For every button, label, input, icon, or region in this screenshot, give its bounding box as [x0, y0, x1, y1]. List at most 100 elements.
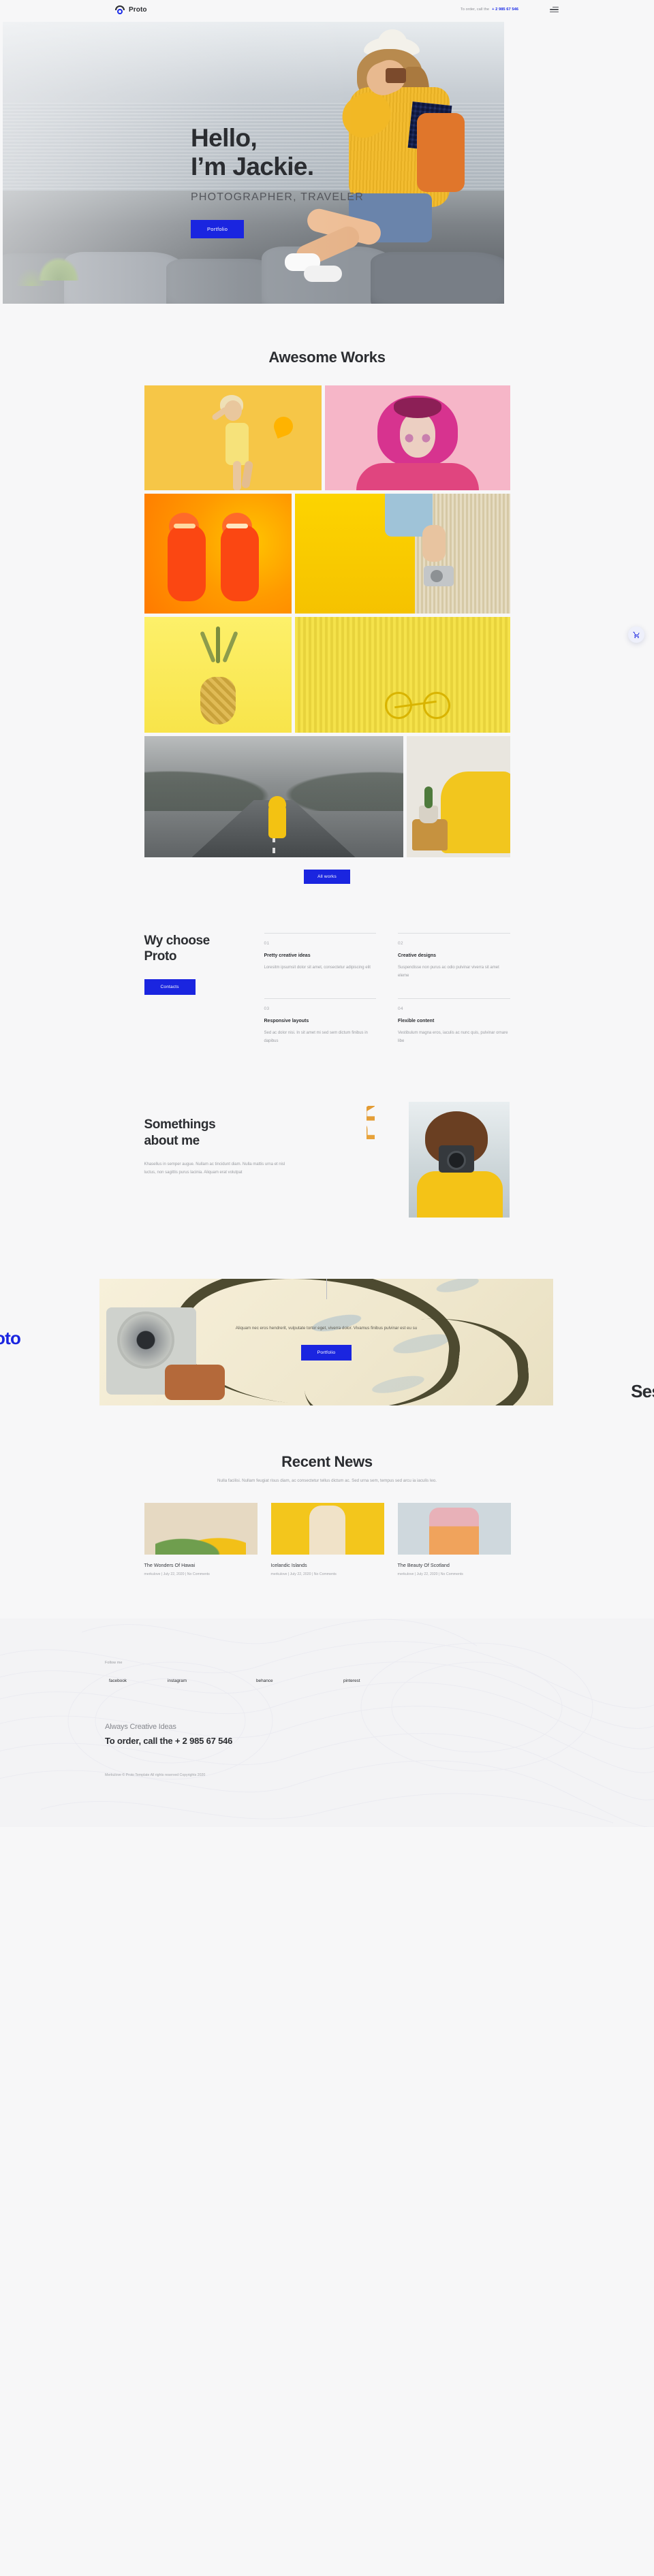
news-title: Recent News — [281, 1453, 373, 1470]
feature-04: 04 Flexible content Vestibulum magna ero… — [398, 998, 510, 1064]
portfolio-banner-section: oto Ses Aliquam nec eros hendrerit, vulp… — [0, 1258, 654, 1415]
feature-04-title: Flexible content — [398, 1019, 435, 1023]
about-text: Khasellus in semper augue. Nullam ac tin… — [144, 1162, 285, 1175]
banner-tick-line — [326, 1279, 327, 1299]
news-card-3[interactable]: The Beauty Of Scotland merkulove | July … — [397, 1502, 511, 1576]
hamburger-menu-icon[interactable] — [550, 6, 559, 13]
why-left-column: Wy choose Proto Contacts — [144, 933, 264, 1064]
feature-02-number: 02 — [398, 941, 403, 946]
about-title-line-1: Somethings — [144, 1117, 216, 1132]
feature-01-number: 01 — [264, 941, 270, 946]
work-tile-yellow-armchair-cactus[interactable] — [406, 736, 510, 857]
hero-subtitle: PHOTOGRAPHER, TRAVELER — [191, 191, 364, 204]
about-collage: PROTO PROTO — [324, 1102, 510, 1218]
works-row-2 — [144, 494, 510, 614]
social-link-behance[interactable]: behance — [256, 1679, 343, 1683]
news-thumb-iceland — [270, 1502, 384, 1555]
work-tile-yellow-wall-camera[interactable] — [294, 494, 510, 614]
feature-04-number: 04 — [398, 1006, 403, 1011]
works-row-1 — [144, 385, 510, 490]
feature-02: 02 Creative designs Suspendisse non puru… — [398, 933, 510, 998]
news-card-1-meta: merkulove | July 22, 2020 | No Comments — [144, 1572, 210, 1576]
social-links: facebook instagram behance pinterest — [105, 1679, 565, 1683]
floating-cart-button[interactable] — [628, 626, 644, 643]
about-proto-letters: PROTO PROTO — [367, 1106, 432, 1216]
work-tile-pink-hair-portrait[interactable] — [324, 385, 510, 490]
marquee-text-left: oto — [0, 1328, 21, 1348]
hero-portfolio-button[interactable]: Portfolio — [191, 220, 245, 239]
hero-title-line-1: Hello, — [191, 124, 258, 152]
recent-news-section: Recent News Nulla facilisi. Nullam feugi… — [0, 1415, 654, 1576]
news-card-3-meta: merkulove | July 22, 2020 | No Comments — [397, 1572, 463, 1576]
feature-01: 01 Pretty creative ideas Loresitm ipsums… — [264, 933, 376, 998]
footer-copyright: Merkulove © Proto Template All rights re… — [105, 1772, 206, 1777]
contact-label: To order, call the — [461, 7, 490, 12]
banner-portfolio-button[interactable]: Portfolio — [300, 1344, 352, 1361]
news-card-1-title[interactable]: The Wonders Of Hawai — [144, 1562, 258, 1568]
news-card-2-meta: merkulove | July 22, 2020 | No Comments — [270, 1572, 337, 1576]
social-link-pinterest[interactable]: pinterest — [343, 1679, 360, 1683]
marquee-text-right: Ses — [631, 1381, 654, 1401]
awesome-works-section: Awesome Works All works — [0, 304, 654, 884]
feature-03-text: Sed ac dolor nisi. In sit amet mi sed se… — [264, 1031, 368, 1043]
work-tile-yellow-fence-bicycle[interactable] — [294, 617, 510, 733]
hero-copy: Hello, I’m Jackie. PHOTOGRAPHER, TRAVELE… — [191, 124, 364, 239]
works-title: Awesome Works — [268, 349, 386, 366]
news-card-1[interactable]: The Wonders Of Hawai merkulove | July 22… — [144, 1502, 258, 1576]
feature-01-text: Loresitm ipsumsit dolor sit amet, consec… — [264, 966, 371, 970]
feature-03-title: Responsive layouts — [264, 1019, 309, 1023]
work-tile-orange-duo-swimsuit[interactable] — [144, 494, 292, 614]
about-title-line-2: about me — [144, 1133, 200, 1148]
about-title: Somethings about me — [144, 1117, 315, 1149]
why-title: Wy choose Proto — [144, 933, 264, 964]
news-grid: The Wonders Of Hawai merkulove | July 22… — [144, 1502, 511, 1576]
contact-phone[interactable]: + 2 985 67 546 — [492, 7, 518, 12]
news-card-2[interactable]: Icelandic Islands merkulove | July 22, 2… — [270, 1502, 384, 1576]
about-section: Somethings about me Khasellus in semper … — [144, 1064, 510, 1218]
news-card-2-title[interactable]: Icelandic Islands — [271, 1562, 384, 1568]
camera-banner: Aliquam nec eros hendrerit, vulputate to… — [99, 1279, 553, 1405]
hero-title-line-2: I’m Jackie. — [191, 153, 314, 181]
feature-03-number: 03 — [264, 1006, 270, 1011]
hero-section: Hello, I’m Jackie. PHOTOGRAPHER, TRAVELE… — [3, 22, 504, 304]
work-tile-yellow-lemon-girl[interactable] — [144, 385, 322, 490]
brand-name: Proto — [129, 5, 147, 14]
news-thumb-scotland — [397, 1502, 511, 1555]
why-features-grid: 01 Pretty creative ideas Loresitm ipsums… — [264, 933, 510, 1064]
contacts-button[interactable]: Contacts — [144, 979, 196, 996]
work-tile-foggy-road-raincoat[interactable] — [144, 736, 403, 857]
work-tile-pineapple-yellow[interactable] — [144, 617, 292, 733]
proto-umbrella-icon — [114, 4, 125, 15]
hero-title: Hello, I’m Jackie. — [191, 124, 364, 181]
brand-logo[interactable]: Proto — [114, 4, 147, 15]
feature-02-text: Suspendisse non purus ac odio pulvinar v… — [398, 966, 499, 978]
footer-cta-line-1: Always Creative Ideas — [105, 1722, 176, 1731]
works-cta-wrapper: All works — [0, 869, 654, 884]
page-root: Proto To order, call the + 2 985 67 546 — [0, 0, 654, 1827]
about-letters-main: PROTO — [367, 1106, 382, 1141]
all-works-button[interactable]: All works — [304, 870, 350, 884]
site-footer: Follow me facebook instagram behance pin… — [0, 1618, 654, 1827]
works-row-4 — [144, 736, 510, 857]
banner-text: Aliquam nec eros hendrerit, vulputate to… — [235, 1326, 418, 1331]
feature-03: 03 Responsive layouts Sed ac dolor nisi.… — [264, 998, 376, 1064]
news-card-3-title[interactable]: The Beauty Of Scotland — [398, 1562, 511, 1568]
footer-content: Follow me facebook instagram behance pin… — [89, 1661, 565, 1800]
follow-me-label: Follow me — [105, 1660, 123, 1665]
works-grid — [144, 385, 510, 857]
feature-02-title: Creative designs — [398, 953, 437, 958]
shopping-cart-icon — [632, 631, 640, 638]
news-subtitle: Nulla facilisi. Nullam feugiat risus dia… — [217, 1478, 437, 1483]
site-header: Proto To order, call the + 2 985 67 546 — [0, 0, 654, 19]
why-title-line-2: Proto — [144, 949, 177, 964]
header-contact: To order, call the + 2 985 67 546 — [461, 7, 518, 12]
about-left-column: Somethings about me Khasellus in semper … — [144, 1102, 315, 1218]
why-choose-section: Wy choose Proto Contacts 01 Pretty creat… — [144, 884, 510, 1064]
social-link-instagram[interactable]: instagram — [168, 1679, 256, 1683]
social-link-facebook[interactable]: facebook — [109, 1679, 168, 1683]
news-thumb-hawai — [144, 1502, 258, 1555]
works-row-3 — [144, 617, 510, 733]
footer-cta: Always Creative Ideas To order, call the… — [105, 1723, 565, 1746]
footer-cta-line-2[interactable]: To order, call the + 2 985 67 546 — [105, 1736, 565, 1746]
feature-01-title: Pretty creative ideas — [264, 953, 311, 958]
